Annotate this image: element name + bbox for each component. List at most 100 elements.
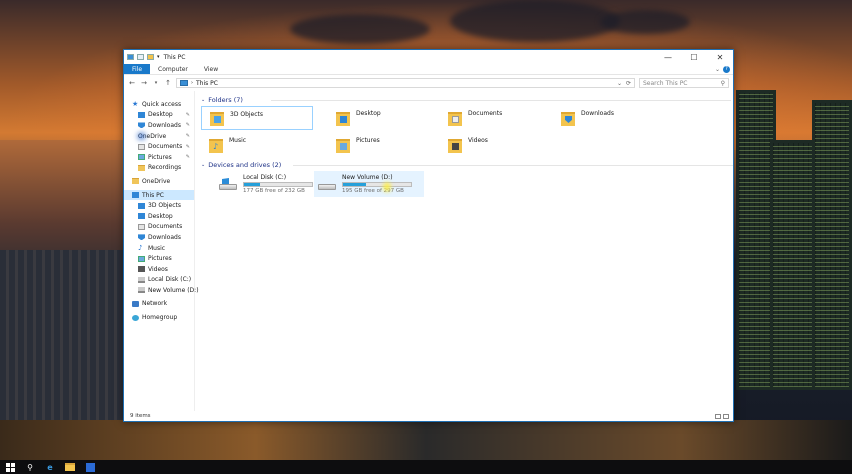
search-placeholder: Search This PC	[643, 79, 688, 87]
close-button[interactable]: ✕	[707, 50, 733, 64]
folder-3d-objects[interactable]: 3D Objects	[201, 106, 313, 130]
folders-group-header[interactable]: ⌄ Folders (7)	[201, 96, 731, 104]
folder-pictures[interactable]: Pictures	[328, 133, 440, 157]
nav-item-3d-objects[interactable]: 3D Objects	[124, 200, 194, 211]
quick-access-dropdown-icon[interactable]: ▾	[157, 54, 160, 60]
file-explorer-taskbar-icon[interactable]	[60, 460, 80, 474]
new-folder-icon[interactable]	[147, 54, 154, 60]
large-icons-view-button[interactable]	[723, 413, 729, 419]
nav-homegroup[interactable]: Homegroup	[124, 312, 194, 323]
nav-item-documents[interactable]: Documents	[124, 222, 194, 233]
homegroup-icon	[132, 314, 139, 321]
drive-name: Local Disk (C:)	[243, 174, 287, 181]
drive-name: New Volume (D:)	[342, 174, 393, 181]
breadcrumb[interactable]: This PC	[196, 80, 218, 87]
tab-view[interactable]: View	[196, 64, 226, 74]
address-dropdown-icon[interactable]: ⌄	[617, 80, 622, 87]
star-icon: ★	[132, 99, 139, 108]
folder-icon	[138, 164, 145, 171]
chevron-down-icon: ⌄	[201, 162, 206, 168]
status-bar: 9 items	[124, 411, 733, 421]
drive-usage-fill	[244, 183, 261, 186]
folder-videos[interactable]: Videos	[440, 133, 552, 157]
nav-item-pictures[interactable]: Pictures	[124, 253, 194, 264]
nav-item-music[interactable]: ♪ Music	[124, 243, 194, 254]
properties-icon[interactable]	[137, 54, 144, 60]
breadcrumb-separator-icon[interactable]: ›	[191, 80, 193, 86]
file-explorer-window: ▾ This PC — ☐ ✕ File Computer View ⌄ ? ←…	[123, 49, 734, 422]
nav-onedrive[interactable]: OneDrive	[124, 176, 194, 187]
pin-icon: ✎	[185, 122, 190, 129]
nav-item-videos[interactable]: Videos	[124, 264, 194, 275]
nav-item-onedrive[interactable]: OneDrive ✎	[124, 131, 194, 142]
nav-item-downloads[interactable]: Downloads	[124, 232, 194, 243]
downloads-folder-icon	[561, 110, 575, 126]
downloads-icon	[138, 234, 145, 241]
nav-item-desktop[interactable]: Desktop	[124, 211, 194, 222]
start-button[interactable]	[0, 460, 20, 474]
navigation-bar: ← → ▾ ↑ › This PC ⌄ ⟳ Search This PC ⚲	[124, 75, 733, 91]
pin-icon: ✎	[185, 133, 190, 140]
folder-music[interactable]: ♪ Music	[201, 133, 313, 157]
tab-computer[interactable]: Computer	[150, 64, 196, 74]
pictures-folder-icon	[336, 137, 350, 153]
drive-new-volume-d[interactable]: New Volume (D:) 195 GB free of 297 GB	[314, 171, 424, 197]
navigation-pane: ★ Quick access Desktop ✎ Downloads ✎ OneDri…	[124, 91, 199, 411]
address-bar[interactable]: › This PC ⌄ ⟳	[176, 78, 635, 88]
videos-icon	[138, 266, 145, 273]
onedrive-icon	[138, 133, 145, 140]
minimize-button[interactable]: —	[655, 50, 681, 64]
3d-objects-folder-icon	[210, 110, 224, 126]
refresh-icon[interactable]: ⟳	[626, 80, 631, 87]
documents-folder-icon	[448, 110, 462, 126]
nav-item-desktop[interactable]: Desktop ✎	[124, 110, 194, 121]
drive-local-disk-c[interactable]: Local Disk (C:) 177 GB free of 232 GB	[215, 171, 325, 197]
desktop-folder-icon	[336, 110, 350, 126]
folder-icon	[132, 178, 139, 185]
videos-folder-icon	[448, 137, 462, 153]
music-icon: ♪	[138, 244, 143, 253]
3d-objects-icon	[138, 202, 145, 209]
store-icon[interactable]	[80, 460, 100, 474]
pin-icon: ✎	[185, 111, 190, 118]
nav-network[interactable]: Network	[124, 299, 194, 310]
maximize-button[interactable]: ☐	[681, 50, 707, 64]
nav-this-pc[interactable]: This PC	[124, 189, 194, 201]
search-input[interactable]: Search This PC ⚲	[639, 78, 729, 88]
nav-quick-access[interactable]: ★ Quick access	[124, 99, 194, 110]
pin-icon: ✎	[185, 143, 190, 150]
mouse-cursor-highlight	[383, 182, 391, 192]
nav-item-downloads[interactable]: Downloads ✎	[124, 120, 194, 131]
nav-item-recordings[interactable]: Recordings	[124, 163, 194, 174]
documents-icon	[138, 143, 145, 150]
nav-item-documents[interactable]: Documents ✎	[124, 141, 194, 152]
search-icon[interactable]: ⚲	[721, 80, 725, 87]
desktop-icon	[138, 111, 145, 118]
title-bar[interactable]: ▾ This PC — ☐ ✕	[124, 50, 733, 64]
drives-group-header[interactable]: ⌄ Devices and drives (2)	[201, 161, 733, 169]
nav-item-local-disk-c[interactable]: Local Disk (C:)	[124, 275, 194, 286]
windows-icon	[5, 462, 15, 472]
folder-desktop[interactable]: Desktop	[328, 106, 440, 130]
documents-icon	[138, 223, 145, 230]
help-icon[interactable]: ?	[723, 65, 730, 73]
edge-icon[interactable]: e	[40, 460, 60, 474]
recent-locations-icon[interactable]: ▾	[152, 78, 160, 88]
search-taskbar-icon[interactable]: ⚲	[20, 460, 40, 474]
expand-ribbon-icon[interactable]: ⌄	[715, 66, 720, 73]
nav-item-new-volume-d[interactable]: New Volume (D:)	[124, 285, 199, 296]
up-button[interactable]: ↑	[164, 78, 172, 88]
folder-downloads[interactable]: Downloads	[553, 106, 665, 130]
this-pc-icon	[180, 80, 188, 86]
forward-button[interactable]: →	[140, 78, 148, 88]
details-view-button[interactable]	[715, 413, 721, 419]
nav-item-pictures[interactable]: Pictures ✎	[124, 152, 194, 163]
this-pc-icon	[132, 192, 139, 199]
taskbar: ⚲ e	[0, 460, 852, 474]
drive-icon	[138, 276, 145, 283]
tab-file[interactable]: File	[124, 64, 151, 74]
back-button[interactable]: ←	[128, 78, 136, 88]
pictures-icon	[138, 154, 145, 161]
desktop-icon	[138, 213, 145, 220]
folder-documents[interactable]: Documents	[440, 106, 552, 130]
